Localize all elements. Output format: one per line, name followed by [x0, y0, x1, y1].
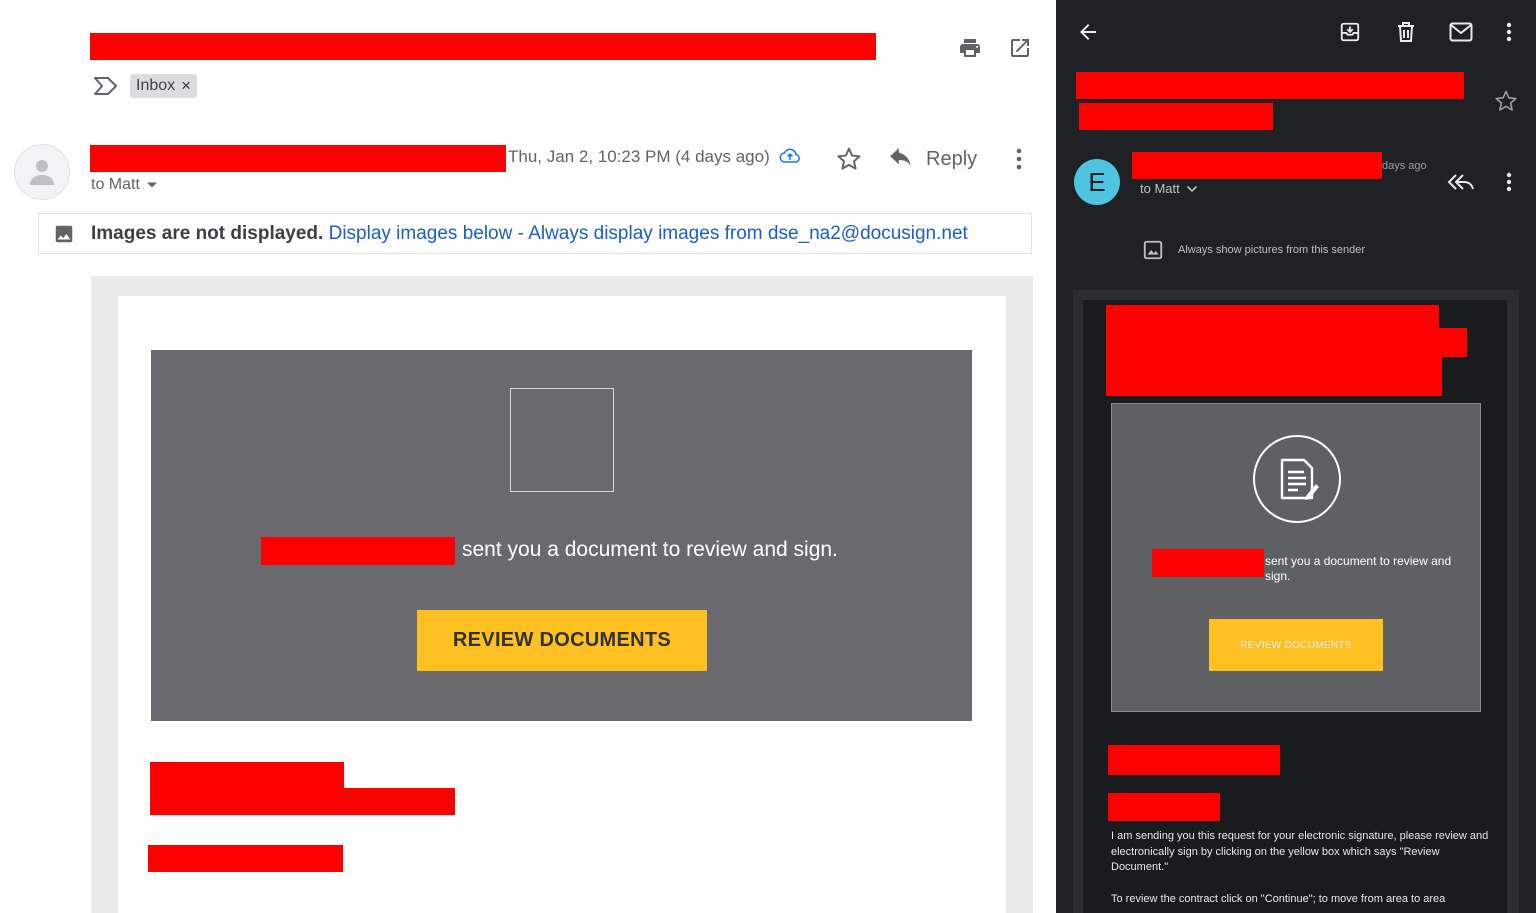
caret-down-icon [146, 182, 157, 188]
email-card: sent you a document to review and sign. … [118, 296, 1006, 913]
chevron-down-icon [1186, 185, 1197, 192]
cloud-upload-icon [779, 147, 801, 165]
reply-all-icon[interactable] [1446, 168, 1476, 196]
more-vert-icon[interactable] [1006, 145, 1032, 173]
body-redaction-1 [1108, 745, 1280, 775]
reply-button[interactable]: Reply [888, 143, 977, 175]
recipient-text: to Matt [91, 176, 140, 193]
always-show-pictures-link[interactable]: Always show pictures from this sender [1142, 239, 1365, 261]
recipient-details-toggle[interactable]: to Matt [91, 176, 158, 194]
reply-label: Reply [926, 147, 978, 170]
subject-redaction-2 [1079, 103, 1273, 130]
always-display-images-link[interactable]: Always display images from dse_na2@docus… [528, 223, 968, 244]
sender-redaction [1132, 152, 1382, 179]
images-not-displayed-bar: Images are not displayed. Display images… [38, 213, 1032, 254]
subject-redaction [90, 33, 876, 60]
sender-name-redaction [1152, 549, 1264, 577]
review-documents-button[interactable]: REVIEW DOCUMENTS [417, 610, 707, 671]
open-in-new-icon[interactable] [1004, 32, 1036, 64]
body-redaction-2 [150, 788, 455, 815]
body-redaction-2 [1108, 793, 1220, 821]
subject-redaction [1076, 72, 1464, 99]
sender-redaction [90, 145, 506, 172]
inbox-label-text: Inbox [136, 77, 176, 94]
docusign-banner: sent you a document to review and sign. … [151, 350, 972, 721]
image-icon [1143, 240, 1163, 260]
display-images-below-link[interactable]: Display images below [329, 223, 513, 244]
sent-document-text: sent you a document to review and sign. [1265, 554, 1452, 583]
avatar-person-icon [30, 160, 54, 185]
recipient-text: to Matt [1140, 181, 1180, 196]
star-icon[interactable] [834, 144, 864, 174]
sender-avatar: E [1074, 159, 1120, 205]
always-show-text: Always show pictures from this sender [1178, 244, 1366, 256]
document-sign-icon [1253, 435, 1341, 523]
inbox-label-chip: Inbox × [130, 74, 198, 98]
docusign-banner: sent you a document to review and sign. … [1111, 403, 1481, 712]
message-date: Thu, Jan 2, 10:23 PM (4 days ago) [508, 147, 770, 166]
remove-label-button[interactable]: × [181, 76, 191, 96]
sender-avatar [14, 144, 70, 200]
sent-document-text: sent you a document to review and sign. [462, 538, 838, 561]
email-body-text: I am sending you this request for your e… [1111, 829, 1491, 907]
star-icon[interactable] [1492, 87, 1520, 115]
reply-icon [890, 148, 911, 166]
more-vert-icon[interactable] [1498, 168, 1520, 196]
sender-name-redaction [261, 537, 455, 565]
more-vert-icon[interactable] [1498, 18, 1520, 46]
print-icon[interactable] [954, 32, 986, 64]
message-time: days ago [1382, 160, 1427, 172]
image-icon [55, 225, 73, 242]
recipient-details-toggle[interactable]: to Matt [1140, 181, 1198, 196]
images-not-displayed-text: Images are not displayed. [91, 222, 324, 244]
logo-image-placeholder [510, 388, 614, 492]
label-important-icon[interactable] [92, 75, 120, 97]
mail-icon[interactable] [1446, 18, 1476, 46]
email-body-frame: sent you a document to review and sign. … [91, 276, 1033, 913]
archive-icon[interactable] [1336, 18, 1364, 46]
header-redaction-3 [1106, 352, 1442, 396]
back-arrow-icon[interactable] [1074, 18, 1102, 46]
body-paragraph-2: To review the contract click on "Continu… [1111, 892, 1446, 905]
body-paragraph-1: I am sending you this request for your e… [1111, 830, 1489, 874]
body-redaction-3 [148, 845, 343, 872]
review-documents-button[interactable]: REVIEW DOCUMENTS [1209, 619, 1383, 671]
mobile-gmail-view: E days ago to Matt Always show pictures … [1056, 0, 1536, 913]
delete-icon[interactable] [1392, 18, 1420, 46]
desktop-gmail-view: Inbox × Thu, Jan 2, 10:23 PM (4 days ago… [0, 0, 1056, 913]
link-separator: - [517, 222, 524, 244]
